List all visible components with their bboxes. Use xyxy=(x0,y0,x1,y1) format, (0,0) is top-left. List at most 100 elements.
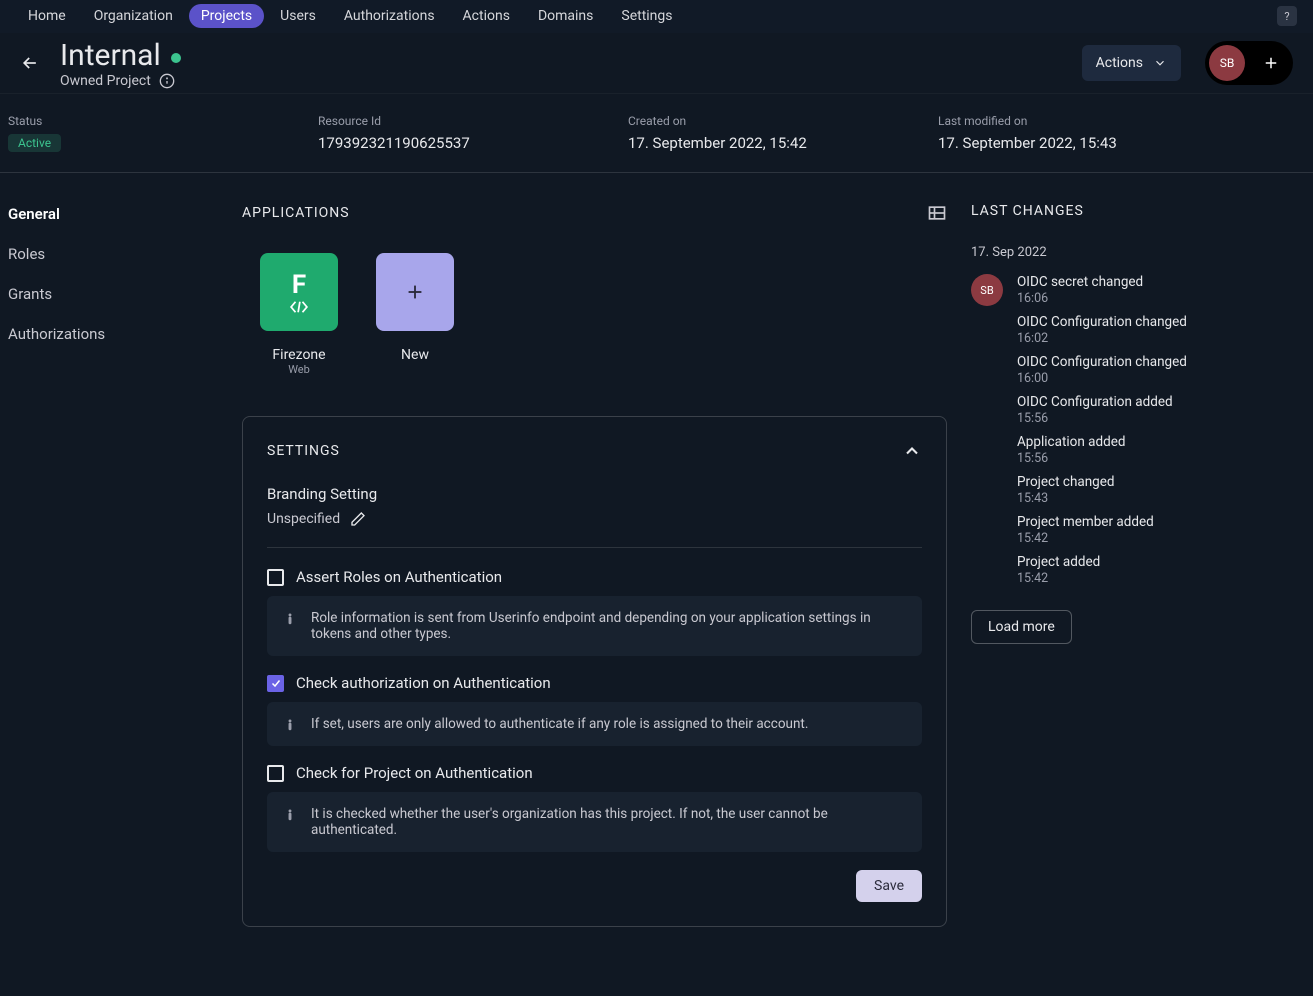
pencil-icon xyxy=(350,511,366,527)
sidebar: General Roles Grants Authorizations xyxy=(8,203,228,927)
meta-row: Status Active Resource Id 17939232119062… xyxy=(0,93,1313,173)
change-title: OIDC Configuration added xyxy=(1017,394,1173,410)
top-nav: HomeOrganizationProjectsUsersAuthorizati… xyxy=(0,0,1313,33)
nav-projects[interactable]: Projects xyxy=(189,4,264,28)
change-item[interactable]: Project changed15:43 xyxy=(1017,474,1305,506)
change-time: 16:06 xyxy=(1017,291,1143,306)
info-icon[interactable] xyxy=(159,73,175,89)
sidebar-item-general[interactable]: General xyxy=(8,203,228,225)
nav-settings[interactable]: Settings xyxy=(609,4,684,28)
change-item[interactable]: OIDC Configuration changed16:00 xyxy=(1017,354,1305,386)
sidebar-item-grants[interactable]: Grants xyxy=(8,283,228,305)
option-label: Check for Project on Authentication xyxy=(296,764,533,782)
nav-authorizations[interactable]: Authorizations xyxy=(332,4,447,28)
change-item[interactable]: Application added15:56 xyxy=(1017,434,1305,466)
option-label: Check authorization on Authentication xyxy=(296,674,551,692)
divider xyxy=(267,547,922,548)
sidebar-item-authorizations[interactable]: Authorizations xyxy=(8,323,228,345)
chevron-up-icon xyxy=(902,441,922,461)
change-item[interactable]: OIDC Configuration added15:56 xyxy=(1017,394,1305,426)
actions-label: Actions xyxy=(1096,55,1143,71)
option-info: If set, users are only allowed to authen… xyxy=(267,702,922,746)
change-title: OIDC Configuration changed xyxy=(1017,314,1187,330)
change-item[interactable]: Project added15:42 xyxy=(1017,554,1305,586)
modified-on-label: Last modified on xyxy=(938,114,1305,128)
app-name: Firezone xyxy=(272,347,325,363)
add-member-button[interactable] xyxy=(1253,45,1289,81)
page-title: Internal xyxy=(60,38,161,73)
status-badge: Active xyxy=(8,134,61,152)
nav-users[interactable]: Users xyxy=(268,4,328,28)
status-label: Status xyxy=(8,114,318,128)
change-time: 15:56 xyxy=(1017,411,1173,426)
change-time: 16:00 xyxy=(1017,371,1187,386)
sidebar-item-roles[interactable]: Roles xyxy=(8,243,228,265)
modified-on-value: 17. September 2022, 15:43 xyxy=(938,134,1305,152)
chevron-down-icon xyxy=(1153,56,1167,70)
info-icon xyxy=(283,612,297,626)
change-item[interactable]: Project member added15:42 xyxy=(1017,514,1305,546)
application-card-firezone[interactable]: F Firezone Web xyxy=(260,253,338,376)
status-dot-icon xyxy=(171,53,181,63)
change-title: Project changed xyxy=(1017,474,1115,490)
actions-dropdown[interactable]: Actions xyxy=(1082,45,1181,81)
nav-actions[interactable]: Actions xyxy=(451,4,522,28)
change-title: Project member added xyxy=(1017,514,1154,530)
nav-domains[interactable]: Domains xyxy=(526,4,605,28)
option-info: Role information is sent from Userinfo e… xyxy=(267,596,922,656)
change-time: 15:42 xyxy=(1017,531,1154,546)
help-button[interactable]: ? xyxy=(1277,6,1297,26)
change-title: Project added xyxy=(1017,554,1100,570)
new-application-button[interactable]: New xyxy=(376,253,454,376)
arrow-left-icon xyxy=(20,53,40,73)
option-label: Assert Roles on Authentication xyxy=(296,568,502,586)
info-icon xyxy=(283,718,297,732)
last-changes-heading: LAST CHANGES xyxy=(971,203,1305,219)
avatar[interactable]: SB xyxy=(1209,45,1245,81)
option-info-text: If set, users are only allowed to authen… xyxy=(311,716,808,732)
settings-heading: SETTINGS xyxy=(267,443,340,459)
app-subtype: Web xyxy=(288,363,310,376)
list-view-toggle[interactable] xyxy=(927,203,947,223)
checkbox-option-0[interactable] xyxy=(267,569,284,586)
back-button[interactable] xyxy=(12,45,48,81)
save-button[interactable]: Save xyxy=(856,870,922,902)
change-item[interactable]: SB OIDC secret changed16:06 xyxy=(971,274,1305,306)
app-letter: F xyxy=(292,270,306,300)
collapse-button[interactable] xyxy=(902,441,922,461)
load-more-button[interactable]: Load more xyxy=(971,610,1072,644)
change-title: OIDC Configuration changed xyxy=(1017,354,1187,370)
option-info: It is checked whether the user's organiz… xyxy=(267,792,922,852)
resource-id-value: 179392321190625537 xyxy=(318,134,628,152)
checkbox-option-1[interactable] xyxy=(267,675,284,692)
resource-id-label: Resource Id xyxy=(318,114,628,128)
change-time: 16:02 xyxy=(1017,331,1187,346)
branding-value: Unspecified xyxy=(267,511,340,527)
change-time: 15:42 xyxy=(1017,571,1100,586)
change-title: OIDC secret changed xyxy=(1017,274,1143,290)
option-info-text: Role information is sent from Userinfo e… xyxy=(311,610,906,642)
plus-icon xyxy=(404,281,426,303)
change-time: 15:56 xyxy=(1017,451,1126,466)
branding-heading: Branding Setting xyxy=(267,485,922,503)
contributors-cluster: SB xyxy=(1205,41,1293,85)
edit-branding-button[interactable] xyxy=(350,511,366,527)
avatar: SB xyxy=(971,274,1003,306)
code-icon xyxy=(288,300,310,314)
nav-home[interactable]: Home xyxy=(16,4,78,28)
change-title: Application added xyxy=(1017,434,1126,450)
option-info-text: It is checked whether the user's organiz… xyxy=(311,806,906,838)
settings-panel: SETTINGS Branding Setting Unspecified As… xyxy=(242,416,947,927)
page-header: Internal Owned Project Actions SB xyxy=(0,33,1313,93)
created-on-label: Created on xyxy=(628,114,938,128)
project-type-label: Owned Project xyxy=(60,73,151,89)
change-time: 15:43 xyxy=(1017,491,1115,506)
checkbox-option-2[interactable] xyxy=(267,765,284,782)
new-app-label: New xyxy=(401,347,429,363)
applications-heading: APPLICATIONS xyxy=(242,205,350,221)
changes-date: 17. Sep 2022 xyxy=(971,245,1305,260)
info-icon xyxy=(283,808,297,822)
created-on-value: 17. September 2022, 15:42 xyxy=(628,134,938,152)
change-item[interactable]: OIDC Configuration changed16:02 xyxy=(1017,314,1305,346)
nav-organization[interactable]: Organization xyxy=(82,4,185,28)
